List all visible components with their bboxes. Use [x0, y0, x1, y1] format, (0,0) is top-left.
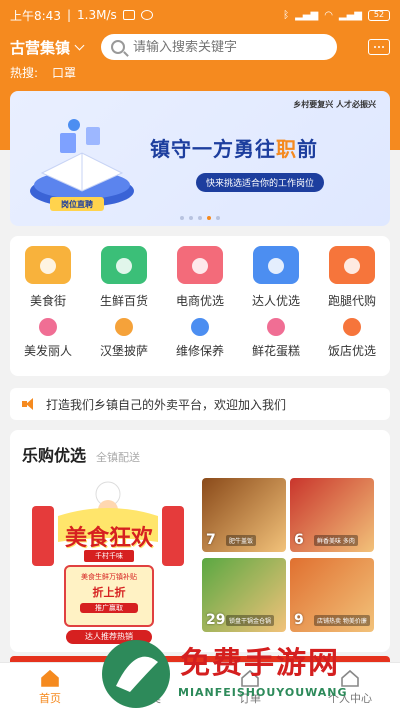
search-bar[interactable] — [101, 34, 338, 60]
notice-bar[interactable]: 打造我们乡镇自己的外卖平台，欢迎加入我们 — [10, 388, 390, 420]
signal-icon-2: ▂▄▆ — [338, 9, 362, 21]
category-item[interactable]: 达人优选 — [241, 246, 311, 309]
banner-subtitle: 快来挑选适合你的工作岗位 — [196, 173, 325, 192]
status-speed: 1.3M/s — [77, 8, 117, 22]
nav-item[interactable]: 订单 — [215, 669, 285, 706]
category-item-secondary[interactable]: 美发丽人 — [13, 318, 83, 359]
signal-icon: ▂▄▆ — [295, 9, 319, 21]
poster-title: 美食狂欢 — [64, 526, 153, 551]
category-label: 电商优选 — [175, 294, 224, 308]
product-tile[interactable]: 9 店铺热卖 物美价廉 — [290, 558, 374, 632]
category-label: 跑腿代购 — [327, 294, 376, 308]
job-book-illustration: 岗位直聘 — [30, 119, 134, 211]
wifi-icon: ◠ — [324, 9, 333, 21]
promo-banner[interactable]: 乡村要复兴 人才必振兴 岗位直聘 镇守一方勇往职前 快来挑选适合你的工作岗位 — [10, 91, 390, 226]
category-label: 美食街 — [29, 294, 66, 308]
category-item-secondary[interactable]: 饭店优选 — [317, 318, 387, 359]
order-icon — [240, 669, 260, 687]
category-row-secondary: 美发丽人 汉堡披萨 维修保养 鲜花蛋糕 饭店优选 — [10, 318, 390, 359]
carousel-dot[interactable] — [198, 216, 202, 220]
product-tile[interactable]: 6 鲜香美味 多肉 — [290, 478, 374, 552]
category-row-main: 美食街 生鲜百货 电商优选 达人优选 跑腿代购 — [10, 246, 390, 309]
nav-label: 分类 — [139, 691, 161, 705]
category-label: 饭店优选 — [327, 344, 376, 358]
speaker-icon — [22, 398, 36, 410]
notification-icon — [122, 10, 135, 20]
category-item-secondary[interactable]: 鲜花蛋糕 — [241, 318, 311, 359]
runner-icon — [329, 246, 375, 284]
shopping-bag-icon — [177, 246, 223, 284]
poster-sign: 美食生鲜万镇补贴 折上折 推广赢取 — [64, 565, 154, 627]
category-item-secondary[interactable]: 汉堡披萨 — [89, 318, 159, 359]
poster-ribbon: 千村千味 — [84, 550, 134, 562]
status-time: 上午8:43 — [10, 8, 61, 23]
search-input[interactable] — [133, 39, 314, 55]
hot-search-item[interactable]: 口罩 — [52, 64, 76, 81]
banner-title: 镇守一方勇往职前 — [150, 137, 318, 161]
basket-icon — [101, 246, 147, 284]
hot-search-label: 热搜: — [10, 66, 39, 80]
nav-label: 个人中心 — [328, 691, 372, 705]
bluetooth-icon: ᛒ — [283, 9, 290, 21]
town-name: 古营集镇 — [10, 38, 71, 57]
banner-slogan: 乡村要复兴 人才必振兴 — [293, 100, 376, 109]
home-icon — [40, 669, 60, 687]
nav-label: 首页 — [39, 691, 61, 705]
hot-search-row: 热搜: 口罩 — [10, 64, 76, 81]
featured-title: 乐购优选 — [22, 446, 87, 465]
category-icon — [140, 669, 160, 687]
category-grid: 美食街 生鲜百货 电商优选 达人优选 跑腿代购 美发丽人 汉堡披萨 维修保养 鲜花蛋糕 饭店优选 — [10, 236, 390, 376]
bottom-navigation: 首页 分类 订单 个人中心 — [0, 662, 400, 711]
battery-icon: 52 — [368, 9, 390, 21]
chevron-down-icon — [74, 40, 85, 50]
nav-item[interactable]: 首页 — [15, 669, 85, 706]
carousel-dot-active[interactable] — [207, 216, 211, 220]
category-label: 生鲜百货 — [99, 294, 148, 308]
message-icon[interactable] — [368, 39, 390, 55]
product-tile[interactable]: 7 肥牛盖饭 — [202, 478, 286, 552]
user-icon — [340, 669, 360, 687]
category-item[interactable]: 电商优选 — [165, 246, 235, 309]
banner-badge: 岗位直聘 — [61, 199, 93, 209]
category-item-secondary[interactable]: 维修保养 — [165, 318, 235, 359]
nav-item[interactable]: 分类 — [115, 669, 185, 706]
flower-icon — [267, 318, 285, 336]
category-label: 维修保养 — [175, 344, 224, 358]
town-selector[interactable]: 古营集镇 — [10, 37, 85, 58]
product-tile[interactable]: 29 锁盘干锅金仓锅 — [202, 558, 286, 632]
beauty-icon — [39, 318, 57, 336]
food-festival-poster[interactable]: 美食狂欢 千村千味 美食生鲜万镇补贴 折上折 推广赢取 达人推荐热销 — [28, 480, 188, 645]
category-item[interactable]: 美食街 — [13, 246, 83, 309]
category-item[interactable]: 生鲜百货 — [89, 246, 159, 309]
burger-icon — [115, 318, 133, 336]
nav-label: 订单 — [239, 691, 261, 705]
notice-text: 打造我们乡镇自己的外卖平台，欢迎加入我们 — [46, 397, 287, 412]
search-icon — [111, 40, 126, 54]
category-label: 美发丽人 — [23, 344, 72, 358]
carousel-dot[interactable] — [180, 216, 184, 220]
carousel-dots — [10, 216, 390, 220]
nav-item[interactable]: 个人中心 — [315, 669, 385, 706]
food-dome-icon — [25, 246, 71, 284]
poster-button[interactable]: 达人推荐热销 — [66, 630, 152, 644]
category-item[interactable]: 跑腿代购 — [317, 246, 387, 309]
category-label: 达人优选 — [251, 294, 300, 308]
category-label: 汉堡披萨 — [99, 344, 148, 358]
restaurant-icon — [343, 318, 361, 336]
featured-subtitle: 全镇配送 — [96, 451, 141, 464]
carousel-dot[interactable] — [216, 216, 220, 220]
header-top-row: 古营集镇 — [10, 34, 390, 60]
wechat-icon — [140, 10, 153, 20]
category-label: 鲜花蛋糕 — [251, 344, 300, 358]
tools-icon — [191, 318, 209, 336]
status-bar: 上午8:43 | 1.3M/s ᛒ ▂▄▆ ◠ ▂▄▆ 52 — [0, 0, 400, 30]
carousel-dot[interactable] — [189, 216, 193, 220]
graduation-cap-icon — [253, 246, 299, 284]
featured-section: 乐购优选 全镇配送 美食狂欢 千村千味 美食生鲜万镇补贴 折上折 推广赢取 达人… — [10, 430, 390, 652]
